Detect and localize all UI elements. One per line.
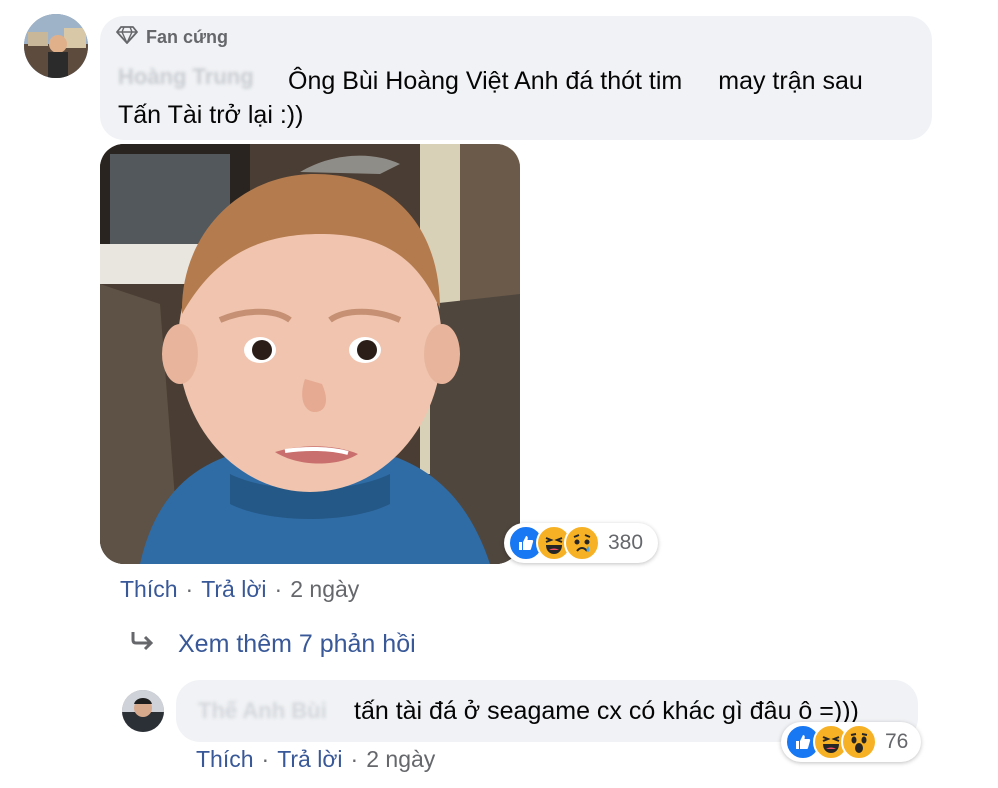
comment-text-part-b: may trận sau xyxy=(718,67,863,95)
reaction-count: 380 xyxy=(608,531,644,554)
reply-text: tấn tài đá ở seagame cx có khác gì đâu ô… xyxy=(354,697,859,725)
badge-label: Fan cứng xyxy=(146,27,229,47)
separator-dot: · xyxy=(274,576,283,602)
reply-actions: Thích · Trả lời · 2 ngày xyxy=(196,746,435,773)
view-more-replies-label[interactable]: Xem thêm 7 phản hồi xyxy=(178,630,416,659)
comment-attached-photo[interactable] xyxy=(100,144,520,564)
comment-text-part-a: Ông Bùi Hoàng Việt Anh đá thót tim xyxy=(288,67,683,95)
reply-timestamp[interactable]: 2 ngày xyxy=(366,746,435,773)
diamond-icon xyxy=(116,26,138,49)
separator-dot: · xyxy=(185,576,194,602)
sad-icon xyxy=(564,525,600,561)
separator-dot: · xyxy=(261,746,270,772)
reply-reply-link[interactable]: Trả lời xyxy=(277,746,342,773)
top-fan-badge[interactable]: Fan cứng xyxy=(116,26,228,49)
comment-text-line2: Tấn Tài trở lại :)) xyxy=(118,101,304,129)
reply-reaction-count: 76 xyxy=(885,730,909,753)
reply-reaction-summary[interactable]: 76 xyxy=(781,722,921,762)
reply-link[interactable]: Trả lời xyxy=(201,576,266,603)
author-name-blurred[interactable]: Hoàng Trung xyxy=(118,64,254,90)
reply-like-link[interactable]: Thích xyxy=(196,746,254,773)
reply-author-name-blurred[interactable]: Thế Anh Bùi xyxy=(198,698,327,724)
comment-actions: Thích · Trả lời · 2 ngày xyxy=(120,576,359,603)
commenter-avatar[interactable] xyxy=(24,14,88,78)
separator-dot: · xyxy=(350,746,359,772)
timestamp[interactable]: 2 ngày xyxy=(290,576,359,603)
comment-bubble: Fan cứng Hoàng Trung Ông Bùi Hoàng Việt … xyxy=(100,16,932,140)
comment-text-line1: Ông Bùi Hoàng Việt Anh đá thót tim may tr… xyxy=(288,64,863,98)
like-link[interactable]: Thích xyxy=(120,576,178,603)
reply-arrow-icon xyxy=(130,630,156,659)
reply-commenter-avatar[interactable] xyxy=(122,690,164,732)
reaction-summary[interactable]: 380 xyxy=(504,523,658,563)
view-more-replies[interactable]: Xem thêm 7 phản hồi xyxy=(130,630,416,659)
wow-icon xyxy=(841,724,877,760)
